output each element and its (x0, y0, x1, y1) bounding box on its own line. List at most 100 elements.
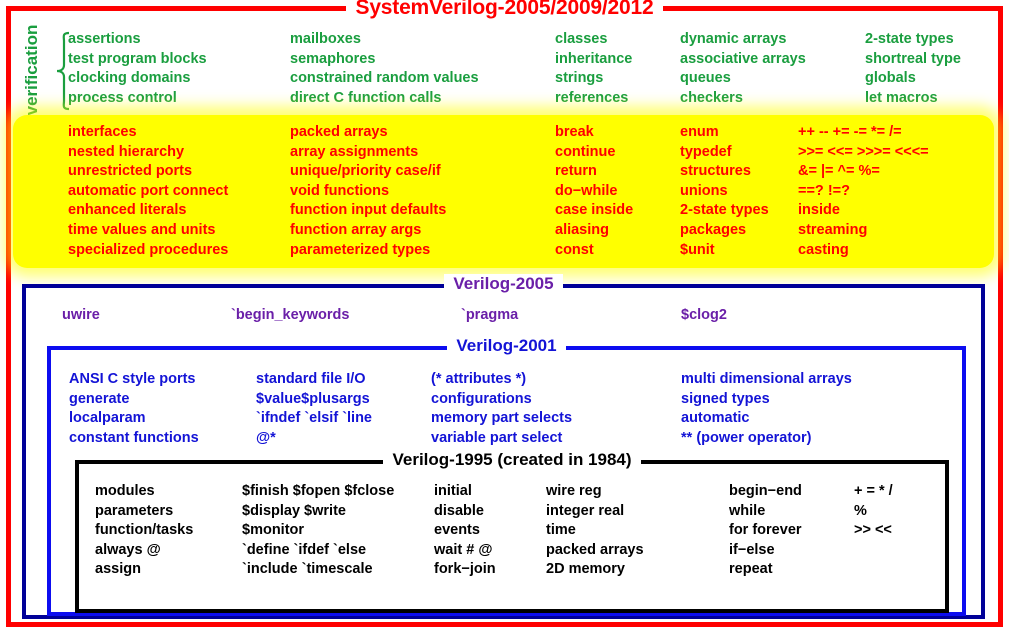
verification-item: test program blocks (68, 50, 207, 67)
verilog-1995-item: for forever (729, 522, 802, 539)
design-item: array assignments (290, 143, 419, 160)
verilog-2001-item: automatic (681, 410, 750, 427)
systemverilog-title: SystemVerilog-2005/2009/2012 (11, 0, 998, 20)
verification-item: inheritance (555, 50, 633, 67)
verilog-2005-section: Verilog-2005 uwire `begin_keywords `prag… (22, 274, 985, 619)
verilog-1995-item: assign (95, 561, 141, 578)
verilog-2005-item: `begin_keywords (231, 307, 350, 323)
verification-column-2: mailboxes semaphores constrained random … (290, 30, 479, 108)
design-column-3: break continue return do−while case insi… (555, 123, 633, 260)
verilog-1995-column-2: $finish $fopen $fclose $display $write $… (242, 482, 394, 580)
verification-item: semaphores (290, 50, 376, 67)
verification-column-3: classes inheritance strings references (555, 30, 632, 108)
design-operator-item: ==? !=? (798, 182, 850, 199)
verilog-2005-column-1: uwire (62, 306, 100, 326)
design-item: function input defaults (290, 202, 447, 219)
design-item: unions (680, 182, 728, 199)
verilog-1995-item: `define `ifdef `else (242, 541, 367, 558)
verilog-2001-item: @* (256, 429, 276, 446)
verification-section: assertions test program blocks clocking … (13, 30, 994, 115)
design-item: automatic port connect (68, 182, 229, 199)
verification-item: let macros (865, 89, 938, 106)
design-item: specialized procedures (68, 241, 229, 258)
verilog-2005-item: `pragma (461, 307, 519, 323)
design-columns: interfaces nested hierarchy unrestricted… (13, 123, 994, 276)
design-item: function array args (290, 221, 422, 238)
verilog-2005-column-3: `pragma (461, 306, 518, 326)
design-item: packages (680, 221, 747, 238)
verilog-1995-item: events (434, 522, 480, 539)
verification-item: classes (555, 31, 608, 47)
design-item: enhanced literals (68, 202, 187, 219)
verilog-1995-item: wait # @ (434, 541, 493, 558)
verilog-2001-section: Verilog-2001 ANSI C style ports generate… (47, 336, 966, 616)
design-item: packed arrays (290, 124, 388, 140)
verilog-1995-item: $finish $fopen $fclose (242, 483, 395, 499)
design-column-5: ++ -- += -= *= /= >>= <<= >>>= <<<= &= |… (798, 123, 929, 260)
verilog-1995-section: Verilog-1995 (created in 1984) modules p… (75, 450, 949, 613)
verilog-1995-item: fork−join (434, 561, 496, 578)
verilog-2005-item: $clog2 (681, 307, 727, 323)
verilog-1995-item: disable (434, 502, 484, 519)
design-item: nested hierarchy (68, 143, 185, 160)
verilog-2001-item: `ifndef `elsif `line (256, 410, 372, 427)
verification-item: direct C function calls (290, 89, 442, 106)
verification-item: process control (68, 89, 177, 106)
verilog-1995-item: while (729, 502, 766, 519)
design-column-4: enum typedef structures unions 2-state t… (680, 123, 769, 260)
verilog-2001-column-3: (* attributes *) configurations memory p… (431, 370, 572, 448)
systemverilog-title-text: SystemVerilog-2005/2009/2012 (345, 0, 664, 19)
verilog-2001-item: ** (power operator) (681, 429, 812, 446)
verification-item: shortreal type (865, 50, 961, 67)
verilog-1995-columns: modules parameters function/tasks always… (79, 482, 945, 627)
verilog-2001-item: constant functions (69, 429, 199, 446)
design-item: unrestricted ports (68, 163, 193, 180)
design-item: case inside (555, 202, 634, 219)
design-item: return (555, 163, 597, 180)
verilog-2001-item: standard file I/O (256, 371, 366, 387)
verilog-2001-item: variable part select (431, 429, 563, 446)
verilog-1995-operator-item: % (854, 502, 867, 519)
design-column-2: packed arrays array assignments unique/p… (290, 123, 446, 260)
design-item: continue (555, 143, 616, 160)
design-operator-item: inside (798, 202, 840, 219)
verification-item: references (555, 89, 629, 106)
verification-item: mailboxes (290, 31, 361, 47)
verilog-2005-column-4: $clog2 (681, 306, 727, 326)
design-operator-item: >>= <<= >>>= <<<= (798, 143, 929, 160)
design-item: aliasing (555, 221, 609, 238)
verification-item: constrained random values (290, 70, 479, 87)
verilog-2001-item: localparam (69, 410, 146, 427)
design-item: const (555, 241, 594, 258)
verilog-1995-item: `include `timescale (242, 561, 373, 578)
verification-column-5: 2-state types shortreal type globals let… (865, 30, 961, 108)
design-item: $unit (680, 241, 715, 258)
verilog-2001-item: (* attributes *) (431, 371, 527, 387)
design-item: enum (680, 124, 719, 140)
verilog-2001-item: $value$plusargs (256, 390, 370, 407)
verification-item: 2-state types (865, 31, 954, 47)
verilog-2001-column-4: multi dimensional arrays signed types au… (681, 370, 852, 448)
design-item: unique/priority case/if (290, 163, 441, 180)
verilog-2005-column-2: `begin_keywords (231, 306, 349, 326)
verilog-1995-column-6: + = * / % >> << (854, 482, 893, 541)
verilog-1995-item: 2D memory (546, 561, 625, 578)
verilog-2001-item: ANSI C style ports (69, 371, 196, 387)
verilog-1995-item: $display $write (242, 502, 346, 519)
verification-item: dynamic arrays (680, 31, 787, 47)
verilog-1995-column-5: begin−end while for forever if−else repe… (729, 482, 802, 580)
verilog-2001-item: signed types (681, 390, 770, 407)
verilog-2001-item: memory part selects (431, 410, 573, 427)
verilog-1995-operator-item: + = * / (854, 483, 893, 499)
verilog-1995-column-3: initial disable events wait # @ fork−joi… (434, 482, 496, 580)
verilog-1995-column-4: wire reg integer real time packed arrays… (546, 482, 644, 580)
design-item: interfaces (68, 124, 137, 140)
verilog-1995-item: $monitor (242, 522, 305, 539)
verilog-1995-operator-item: >> << (854, 522, 892, 539)
verilog-1995-item: begin−end (729, 483, 802, 499)
verilog-2001-column-2: standard file I/O $value$plusargs `ifnde… (256, 370, 372, 448)
design-item: break (555, 124, 594, 140)
verilog-2001-column-1: ANSI C style ports generate localparam c… (69, 370, 199, 448)
verification-item: queues (680, 70, 731, 87)
verilog-1995-column-1: modules parameters function/tasks always… (95, 482, 193, 580)
